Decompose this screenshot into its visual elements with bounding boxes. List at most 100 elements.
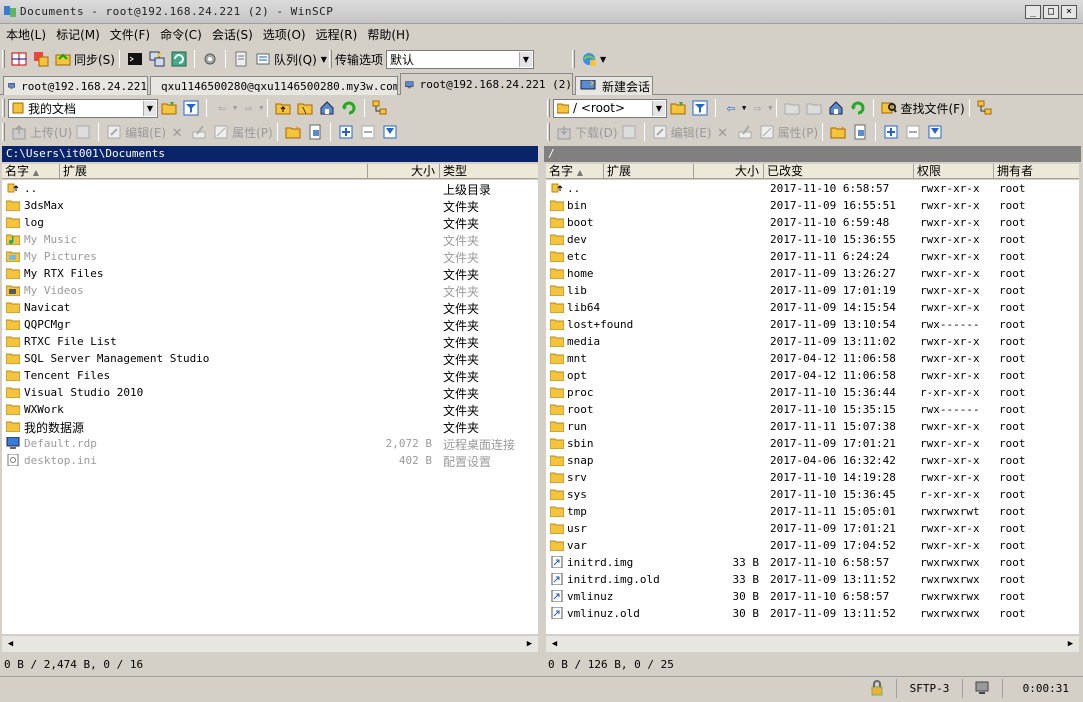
select-all-plus-icon[interactable] xyxy=(881,122,901,142)
table-row[interactable]: vmlinuz.old 30 B 2017-11-09 13:11:52 rwxrwx… xyxy=(546,606,1079,623)
queue-button[interactable]: 队列(Q) xyxy=(274,51,317,68)
new-file-icon[interactable] xyxy=(305,122,325,142)
tab-new-session[interactable]: 新建会话 xyxy=(575,76,653,95)
col-name[interactable]: 名字 ▲ xyxy=(2,164,60,179)
transfer-dropdown-icon[interactable]: ▼ xyxy=(518,51,532,67)
scroll-right-icon[interactable]: ▶ xyxy=(1062,636,1079,652)
properties-button[interactable]: 属性(P) xyxy=(778,124,819,141)
table-row[interactable]: Tencent Files 文件夹 xyxy=(2,368,538,385)
forward-arrow-icon[interactable]: ⇨ xyxy=(238,98,258,118)
new-file-icon[interactable] xyxy=(850,122,870,142)
transfer-settings-select[interactable]: 默认 ▼ xyxy=(385,49,534,69)
table-row[interactable]: bin 2017-11-09 16:55:51 rwxr-xr-x root xyxy=(546,198,1079,215)
table-row[interactable]: My Pictures 文件夹 xyxy=(2,249,538,266)
open-folder-icon[interactable] xyxy=(668,98,688,118)
table-row[interactable]: initrd.img.old 33 B 2017-11-09 13:11:52 rwx… xyxy=(546,572,1079,589)
table-row[interactable]: My Music 文件夹 xyxy=(2,232,538,249)
table-row[interactable]: QQPCMgr 文件夹 xyxy=(2,317,538,334)
table-row[interactable]: .. 上级目录 xyxy=(2,181,538,198)
filter-icon[interactable] xyxy=(181,98,201,118)
menu-local[interactable]: 本地(L) xyxy=(6,26,46,43)
table-row[interactable]: WXWork 文件夹 xyxy=(2,402,538,419)
table-row[interactable]: SQL Server Management Studio 文件夹 xyxy=(2,351,538,368)
table-row[interactable]: 3dsMax 文件夹 xyxy=(2,198,538,215)
menu-remote[interactable]: 远程(R) xyxy=(316,26,358,43)
col-size[interactable]: 大小 xyxy=(368,164,440,179)
table-row[interactable]: lib64 2017-11-09 14:15:54 rwxr-xr-x root xyxy=(546,300,1079,317)
upload-icon[interactable] xyxy=(9,122,29,142)
table-row[interactable]: Visual Studio 2010 文件夹 xyxy=(2,385,538,402)
table-row[interactable]: 我的数据源 文件夹 xyxy=(2,419,538,436)
new-folder-icon[interactable] xyxy=(828,122,848,142)
table-row[interactable]: RTXC File List 文件夹 xyxy=(2,334,538,351)
select-all-plus-icon[interactable] xyxy=(336,122,356,142)
back-arrow-icon[interactable]: ⇦ xyxy=(212,98,232,118)
scroll-right-icon[interactable]: ▶ xyxy=(521,636,538,652)
queue-list-icon[interactable] xyxy=(253,49,273,69)
col-name[interactable]: 名字 ▲ xyxy=(546,164,604,179)
back-dropdown-icon[interactable]: ▼ xyxy=(742,104,746,112)
refresh-icon[interactable] xyxy=(339,98,359,118)
table-row[interactable]: media 2017-11-09 13:11:02 rwxr-xr-x root xyxy=(546,334,1079,351)
scroll-left-icon[interactable]: ◀ xyxy=(2,636,19,652)
table-row[interactable]: initrd.img 33 B 2017-11-10 6:58:57 rwxrwxrw… xyxy=(546,555,1079,572)
filter-select-icon[interactable] xyxy=(925,122,945,142)
compare-directories-icon[interactable] xyxy=(9,49,29,69)
menu-file[interactable]: 文件(F) xyxy=(110,26,150,43)
download-options-icon[interactable] xyxy=(619,122,639,142)
filter-select-icon[interactable] xyxy=(380,122,400,142)
table-row[interactable]: Default.rdp 2,072 B 远程桌面连接 xyxy=(2,436,538,453)
forward-dropdown-icon[interactable]: ▼ xyxy=(259,104,263,112)
table-row[interactable]: Navicat 文件夹 xyxy=(2,300,538,317)
forward-arrow-icon[interactable]: ⇨ xyxy=(747,98,767,118)
table-row[interactable]: tmp 2017-11-11 15:05:01 rwxrwxrwt root xyxy=(546,504,1079,521)
col-type[interactable]: 类型 xyxy=(440,164,538,179)
console-icon[interactable] xyxy=(125,49,145,69)
table-row[interactable]: vmlinuz 30 B 2017-11-10 6:58:57 rwxrwxrwx ro… xyxy=(546,589,1079,606)
table-row[interactable]: sys 2017-11-10 15:36:45 r-xr-xr-x root xyxy=(546,487,1079,504)
upload-options-icon[interactable] xyxy=(73,122,93,142)
minimize-button[interactable]: _ xyxy=(1025,5,1041,19)
properties-icon[interactable] xyxy=(757,122,777,142)
back-dropdown-icon[interactable]: ▼ xyxy=(233,104,237,112)
table-row[interactable]: srv 2017-11-10 14:19:28 rwxr-xr-x root xyxy=(546,470,1079,487)
menu-mark[interactable]: 标记(M) xyxy=(56,26,100,43)
scroll-left-icon[interactable]: ◀ xyxy=(546,636,563,652)
parent-directory-icon[interactable] xyxy=(782,98,802,118)
table-row[interactable]: home 2017-11-09 13:26:27 rwxr-xr-x root xyxy=(546,266,1079,283)
forward-dropdown-icon[interactable]: ▼ xyxy=(768,104,772,112)
refresh-icon[interactable] xyxy=(848,98,868,118)
maximize-button[interactable]: □ xyxy=(1043,5,1059,19)
menu-commands[interactable]: 命令(C) xyxy=(160,26,202,43)
table-row[interactable]: run 2017-11-11 15:07:38 rwxr-xr-x root xyxy=(546,419,1079,436)
table-row[interactable]: lib 2017-11-09 17:01:19 rwxr-xr-x root xyxy=(546,283,1079,300)
rename-icon[interactable] xyxy=(735,122,755,142)
table-row[interactable]: etc 2017-11-11 6:24:24 rwxr-xr-x root xyxy=(546,249,1079,266)
menu-help[interactable]: 帮助(H) xyxy=(367,26,409,43)
root-directory-icon[interactable]: \ xyxy=(295,98,315,118)
unselect-minus-icon[interactable] xyxy=(903,122,923,142)
upload-button[interactable]: 上传(U) xyxy=(30,124,72,141)
delete-x-icon[interactable]: ✕ xyxy=(167,122,187,142)
edit-icon[interactable] xyxy=(650,122,670,142)
putty-icon[interactable] xyxy=(147,49,167,69)
tree-view-icon[interactable] xyxy=(370,98,390,118)
tab-session-3[interactable]: root@192.168.24.221 (2) xyxy=(400,73,573,95)
home-icon[interactable] xyxy=(317,98,337,118)
remote-location-select[interactable]: / <root> ▼ xyxy=(553,98,667,118)
unselect-minus-icon[interactable] xyxy=(358,122,378,142)
download-icon[interactable] xyxy=(554,122,574,142)
local-horizontal-scrollbar[interactable]: ◀ ▶ xyxy=(2,635,538,652)
table-row[interactable]: log 文件夹 xyxy=(2,215,538,232)
remote-location-dropdown-icon[interactable]: ▼ xyxy=(652,100,665,116)
table-row[interactable]: sbin 2017-11-09 17:01:21 rwxr-xr-x root xyxy=(546,436,1079,453)
table-row[interactable]: .. 2017-11-10 6:58:57 rwxr-xr-x root xyxy=(546,181,1079,198)
root-directory-icon[interactable] xyxy=(804,98,824,118)
col-ext[interactable]: 扩展 xyxy=(60,164,368,179)
preferences-gear-icon[interactable] xyxy=(200,49,220,69)
new-folder-icon[interactable] xyxy=(283,122,303,142)
col-size[interactable]: 大小 xyxy=(694,164,764,179)
table-row[interactable]: My Videos 文件夹 xyxy=(2,283,538,300)
menu-options[interactable]: 选项(O) xyxy=(263,26,306,43)
table-row[interactable]: My RTX Files 文件夹 xyxy=(2,266,538,283)
